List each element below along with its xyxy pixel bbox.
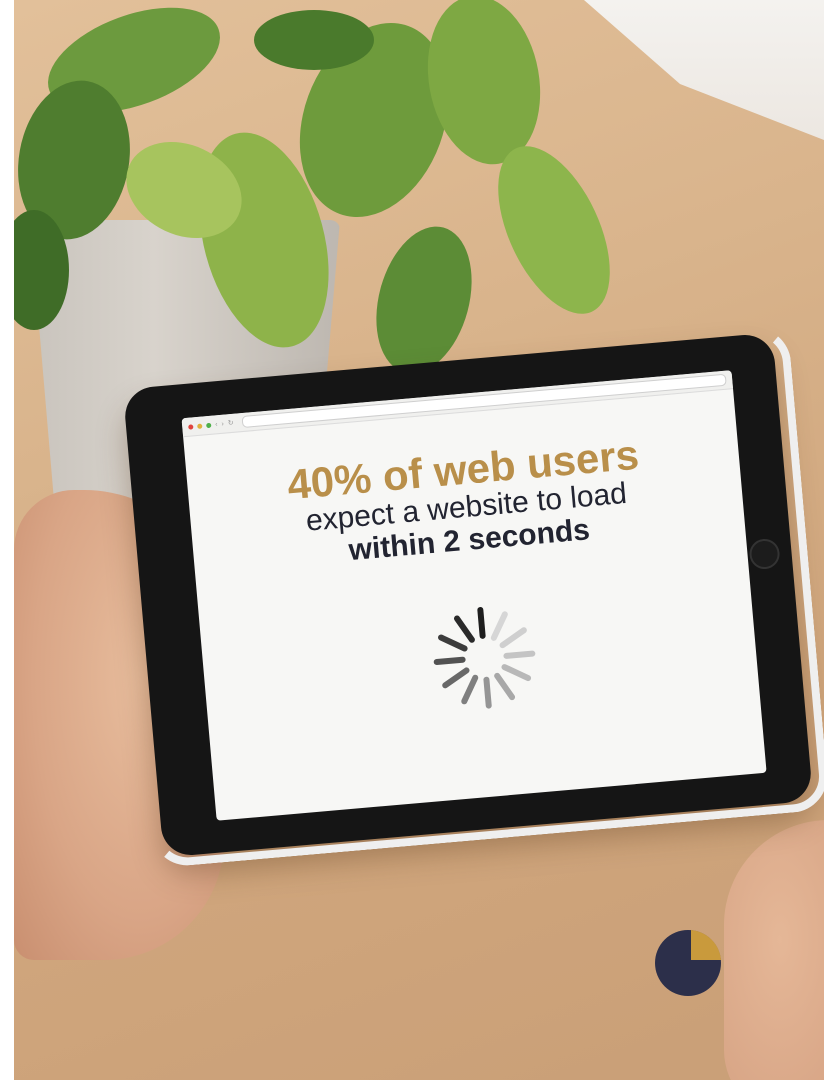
plant-leaves [14,0,610,374]
forward-arrow-icon: › [221,420,225,428]
tablet-screen: ‹ › ↻ 40% of web users expect a website … [181,370,767,821]
back-arrow-icon: ‹ [214,420,218,428]
address-bar [241,373,727,429]
loading-spinner-icon [433,606,536,709]
pie-logo-icon [655,930,721,996]
window-minimize-dot [197,423,203,429]
headline: 40% of web users expect a website to loa… [186,423,745,581]
window-maximize-dot [205,422,212,428]
reload-icon: ↻ [227,419,235,428]
tablet-device: ‹ › ↻ 40% of web users expect a website … [112,325,824,869]
browser-toolbar: ‹ › ↻ [181,370,734,438]
right-hand [724,820,824,1080]
window-close-dot [188,423,194,430]
home-button [748,537,781,571]
